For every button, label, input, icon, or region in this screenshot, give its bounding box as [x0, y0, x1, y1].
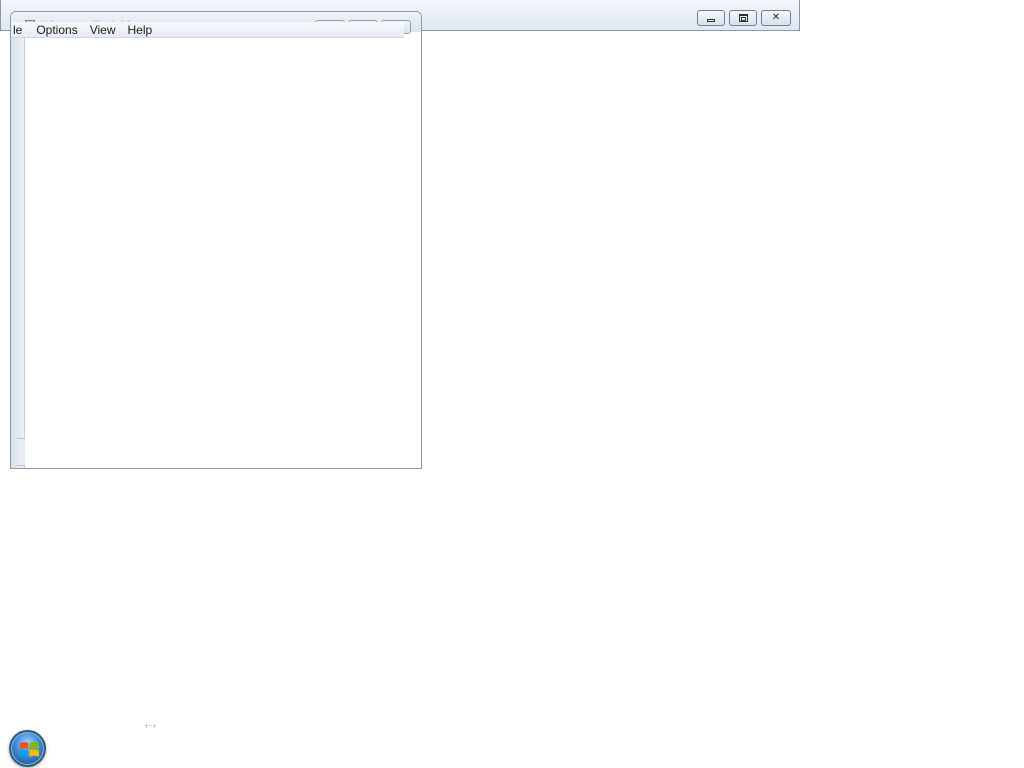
- start-button[interactable]: [9, 730, 46, 767]
- windows-logo-icon: [20, 742, 39, 757]
- menu-view[interactable]: View: [84, 22, 122, 38]
- task-manager-left-frame: [11, 32, 25, 468]
- restore-button[interactable]: [729, 10, 757, 26]
- close-button[interactable]: ✕: [761, 10, 791, 26]
- task-manager-menubar: le Options View Help: [11, 22, 404, 38]
- close-icon: ✕: [771, 12, 781, 23]
- menu-options[interactable]: Options: [30, 22, 83, 38]
- restore-icon: [738, 14, 748, 22]
- menu-help[interactable]: Help: [122, 22, 159, 38]
- tray-artifact: ‹··›: [145, 721, 156, 730]
- minimize-button[interactable]: [697, 10, 725, 26]
- frame-segment: [17, 438, 25, 466]
- minimize-icon: [707, 19, 715, 22]
- menu-file[interactable]: le: [11, 22, 30, 38]
- window-controls: ✕: [697, 10, 791, 26]
- task-manager-window: Windows Task Manager: [10, 11, 422, 469]
